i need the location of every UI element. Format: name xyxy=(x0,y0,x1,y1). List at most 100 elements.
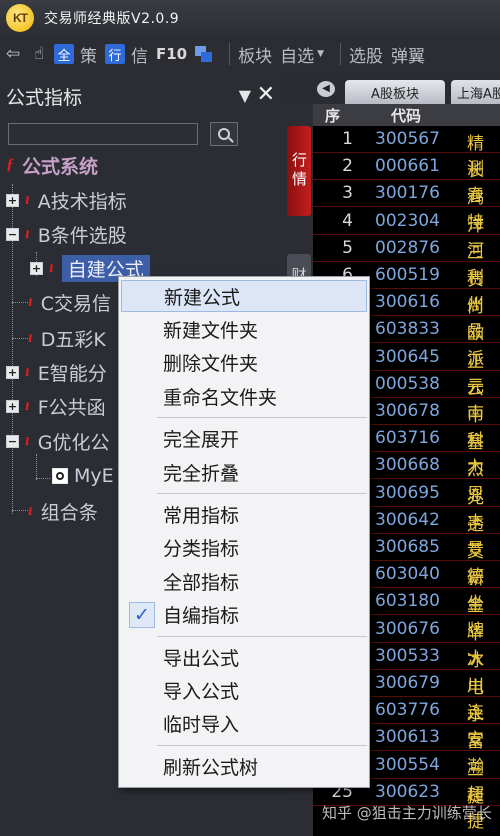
cell-code: 300533 xyxy=(375,645,440,666)
tree-node-label: F公共函 xyxy=(37,396,106,419)
menu-item-label: 临时导入 xyxy=(163,714,240,737)
search-row xyxy=(0,120,285,150)
tree-node-c[interactable]: ɪ C交易信 xyxy=(28,287,111,317)
search-button[interactable] xyxy=(210,122,238,146)
cell-code: 300645 xyxy=(375,346,440,367)
expand-icon[interactable]: + xyxy=(6,193,19,207)
menu-item[interactable]: 完全折叠 xyxy=(121,456,367,488)
close-icon[interactable]: ✕ xyxy=(257,82,275,107)
pin-icon[interactable]: ▼ xyxy=(239,86,251,105)
cell-code: 300567 xyxy=(375,129,440,149)
formula-icon: ɪ xyxy=(28,329,33,346)
side-tab-label: 行情 xyxy=(290,152,308,190)
cell-seq: 4 xyxy=(342,210,353,231)
cell-code: 603833 xyxy=(375,319,440,340)
hand-cursor-icon[interactable]: ☝ xyxy=(28,43,50,65)
cell-code: 300554 xyxy=(375,754,440,775)
search-input[interactable] xyxy=(8,123,198,145)
cell-seq: 5 xyxy=(342,237,353,258)
sector-button[interactable]: 板块 xyxy=(238,42,272,67)
menu-item-label: 重命名文件夹 xyxy=(163,386,278,409)
info-button[interactable]: 信 xyxy=(131,42,148,67)
expand-icon[interactable]: + xyxy=(6,399,19,413)
table-row[interactable]: 2 000661 长春 xyxy=(313,153,500,206)
menu-item[interactable]: 删除文件夹 xyxy=(121,347,367,379)
table-row[interactable]: 1 300567 精测 xyxy=(313,126,500,179)
menu-item[interactable]: 分类指标 xyxy=(121,532,367,564)
tree-node-label: 组合条 xyxy=(40,501,98,524)
formula-icon: ɪ xyxy=(49,259,54,276)
formula-icon: ɪ xyxy=(28,502,33,519)
menu-item[interactable]: 临时导入 xyxy=(121,708,367,740)
menu-item-label: 刷新公式树 xyxy=(163,756,259,779)
cell-code: 603040 xyxy=(375,564,440,585)
menu-item-label: 完全折叠 xyxy=(163,462,240,485)
cell-code: 000661 xyxy=(375,156,440,177)
tree-node-f[interactable]: + ɪ F公共函 xyxy=(6,391,106,421)
tree-node-combo[interactable]: ɪ 组合条 xyxy=(28,496,98,526)
collapse-icon[interactable]: − xyxy=(6,227,19,241)
window-layout-icon[interactable] xyxy=(195,46,213,62)
f10-button[interactable]: F10 xyxy=(156,45,187,63)
menu-item[interactable]: 完全展开 xyxy=(121,423,367,455)
cell-code: 300676 xyxy=(375,618,440,639)
menu-item-label: 自编指标 xyxy=(163,605,240,628)
table-row[interactable]: 4 002304 洋河 xyxy=(313,208,500,261)
tab-shanghai-a[interactable]: 上海A股 xyxy=(451,80,500,104)
grid-header: 序 代码 xyxy=(313,104,500,126)
market-button[interactable]: 行 xyxy=(105,44,125,64)
tree-node-mye[interactable]: MyE xyxy=(52,461,114,491)
toolbar: ⇦ ☝ 全 策 行 信 F10 板块 自选 ▼ 选股 弹翼 xyxy=(0,36,500,72)
expand-icon[interactable]: + xyxy=(30,261,43,275)
menu-item[interactable]: 重命名文件夹 xyxy=(121,380,367,412)
tree-node-g[interactable]: − ɪ G优化公 xyxy=(6,426,109,456)
tree-node-label: G优化公 xyxy=(37,431,110,454)
panel-title: 公式指标 xyxy=(6,86,83,109)
menu-item[interactable]: 刷新公式树 xyxy=(121,750,367,782)
tree-node-b[interactable]: − ɪ B条件选股 xyxy=(6,219,127,249)
cell-seq: 3 xyxy=(342,183,353,204)
collapse-icon[interactable]: − xyxy=(6,434,19,448)
menu-item[interactable]: 新建文件夹 xyxy=(121,313,367,345)
cell-code: 600519 xyxy=(375,265,440,285)
column-header-code[interactable]: 代码 xyxy=(391,105,421,126)
toolbar-divider xyxy=(229,43,231,65)
menu-item-label: 导入公式 xyxy=(163,680,240,703)
tree-node-d[interactable]: ɪ D五彩K xyxy=(28,323,106,353)
app-logo: KT xyxy=(6,4,34,32)
tree-root[interactable]: ƒ 公式系统 xyxy=(6,150,98,180)
tab-bar: ◀ A股板块 上海A股 xyxy=(285,72,500,104)
back-arrow-icon[interactable]: ⇦ xyxy=(2,43,24,65)
menu-item[interactable]: 导入公式 xyxy=(121,674,367,706)
menu-item[interactable]: ✓ 自编指标 xyxy=(121,599,367,631)
menu-item[interactable]: 全部指标 xyxy=(121,565,367,597)
menu-item-label: 常用指标 xyxy=(163,504,240,527)
column-header-seq[interactable]: 序 xyxy=(325,105,340,126)
checkmark-icon: ✓ xyxy=(129,601,155,628)
menu-item[interactable]: 常用指标 xyxy=(121,498,367,530)
tree-node-e[interactable]: + ɪ E智能分 xyxy=(6,357,107,387)
scroll-left-icon[interactable]: ◀ xyxy=(317,81,335,97)
strategy-button[interactable]: 策 xyxy=(80,42,97,67)
cell-code: 300695 xyxy=(375,482,440,503)
chevron-down-icon: ▼ xyxy=(317,49,325,59)
expand-icon[interactable]: + xyxy=(6,365,19,379)
tab-a-share-sector[interactable]: A股板块 xyxy=(345,80,445,104)
watermark: 知乎 @狙击主力训练营长 xyxy=(322,804,492,822)
tree-node-a[interactable]: + ɪ A技术指标 xyxy=(6,185,127,215)
cell-code: 300668 xyxy=(375,455,440,476)
formula-icon: ɪ xyxy=(25,397,30,414)
stock-pick-button[interactable]: 选股 xyxy=(349,42,383,67)
trend-button[interactable]: 弹翼 xyxy=(391,42,425,67)
side-tab-market[interactable]: 行情 xyxy=(287,126,311,216)
watchlist-button[interactable]: 自选 ▼ xyxy=(280,42,332,67)
cell-code: 300616 xyxy=(375,292,440,313)
table-row[interactable]: 5 002876 三利 xyxy=(313,235,500,288)
table-row[interactable]: 3 300176 鸿特 xyxy=(313,180,500,233)
cell-code: 603180 xyxy=(375,591,440,612)
context-menu: 新建公式 新建文件夹 删除文件夹重命名文件夹完全展开完全折叠常用指标分类指标 全部指标… xyxy=(118,276,370,788)
menu-item[interactable]: 新建公式 xyxy=(121,280,367,312)
formula-root-icon: ƒ xyxy=(6,156,14,173)
quote-all-button[interactable]: 全 xyxy=(54,44,74,64)
menu-item[interactable]: 导出公式 xyxy=(121,641,367,673)
